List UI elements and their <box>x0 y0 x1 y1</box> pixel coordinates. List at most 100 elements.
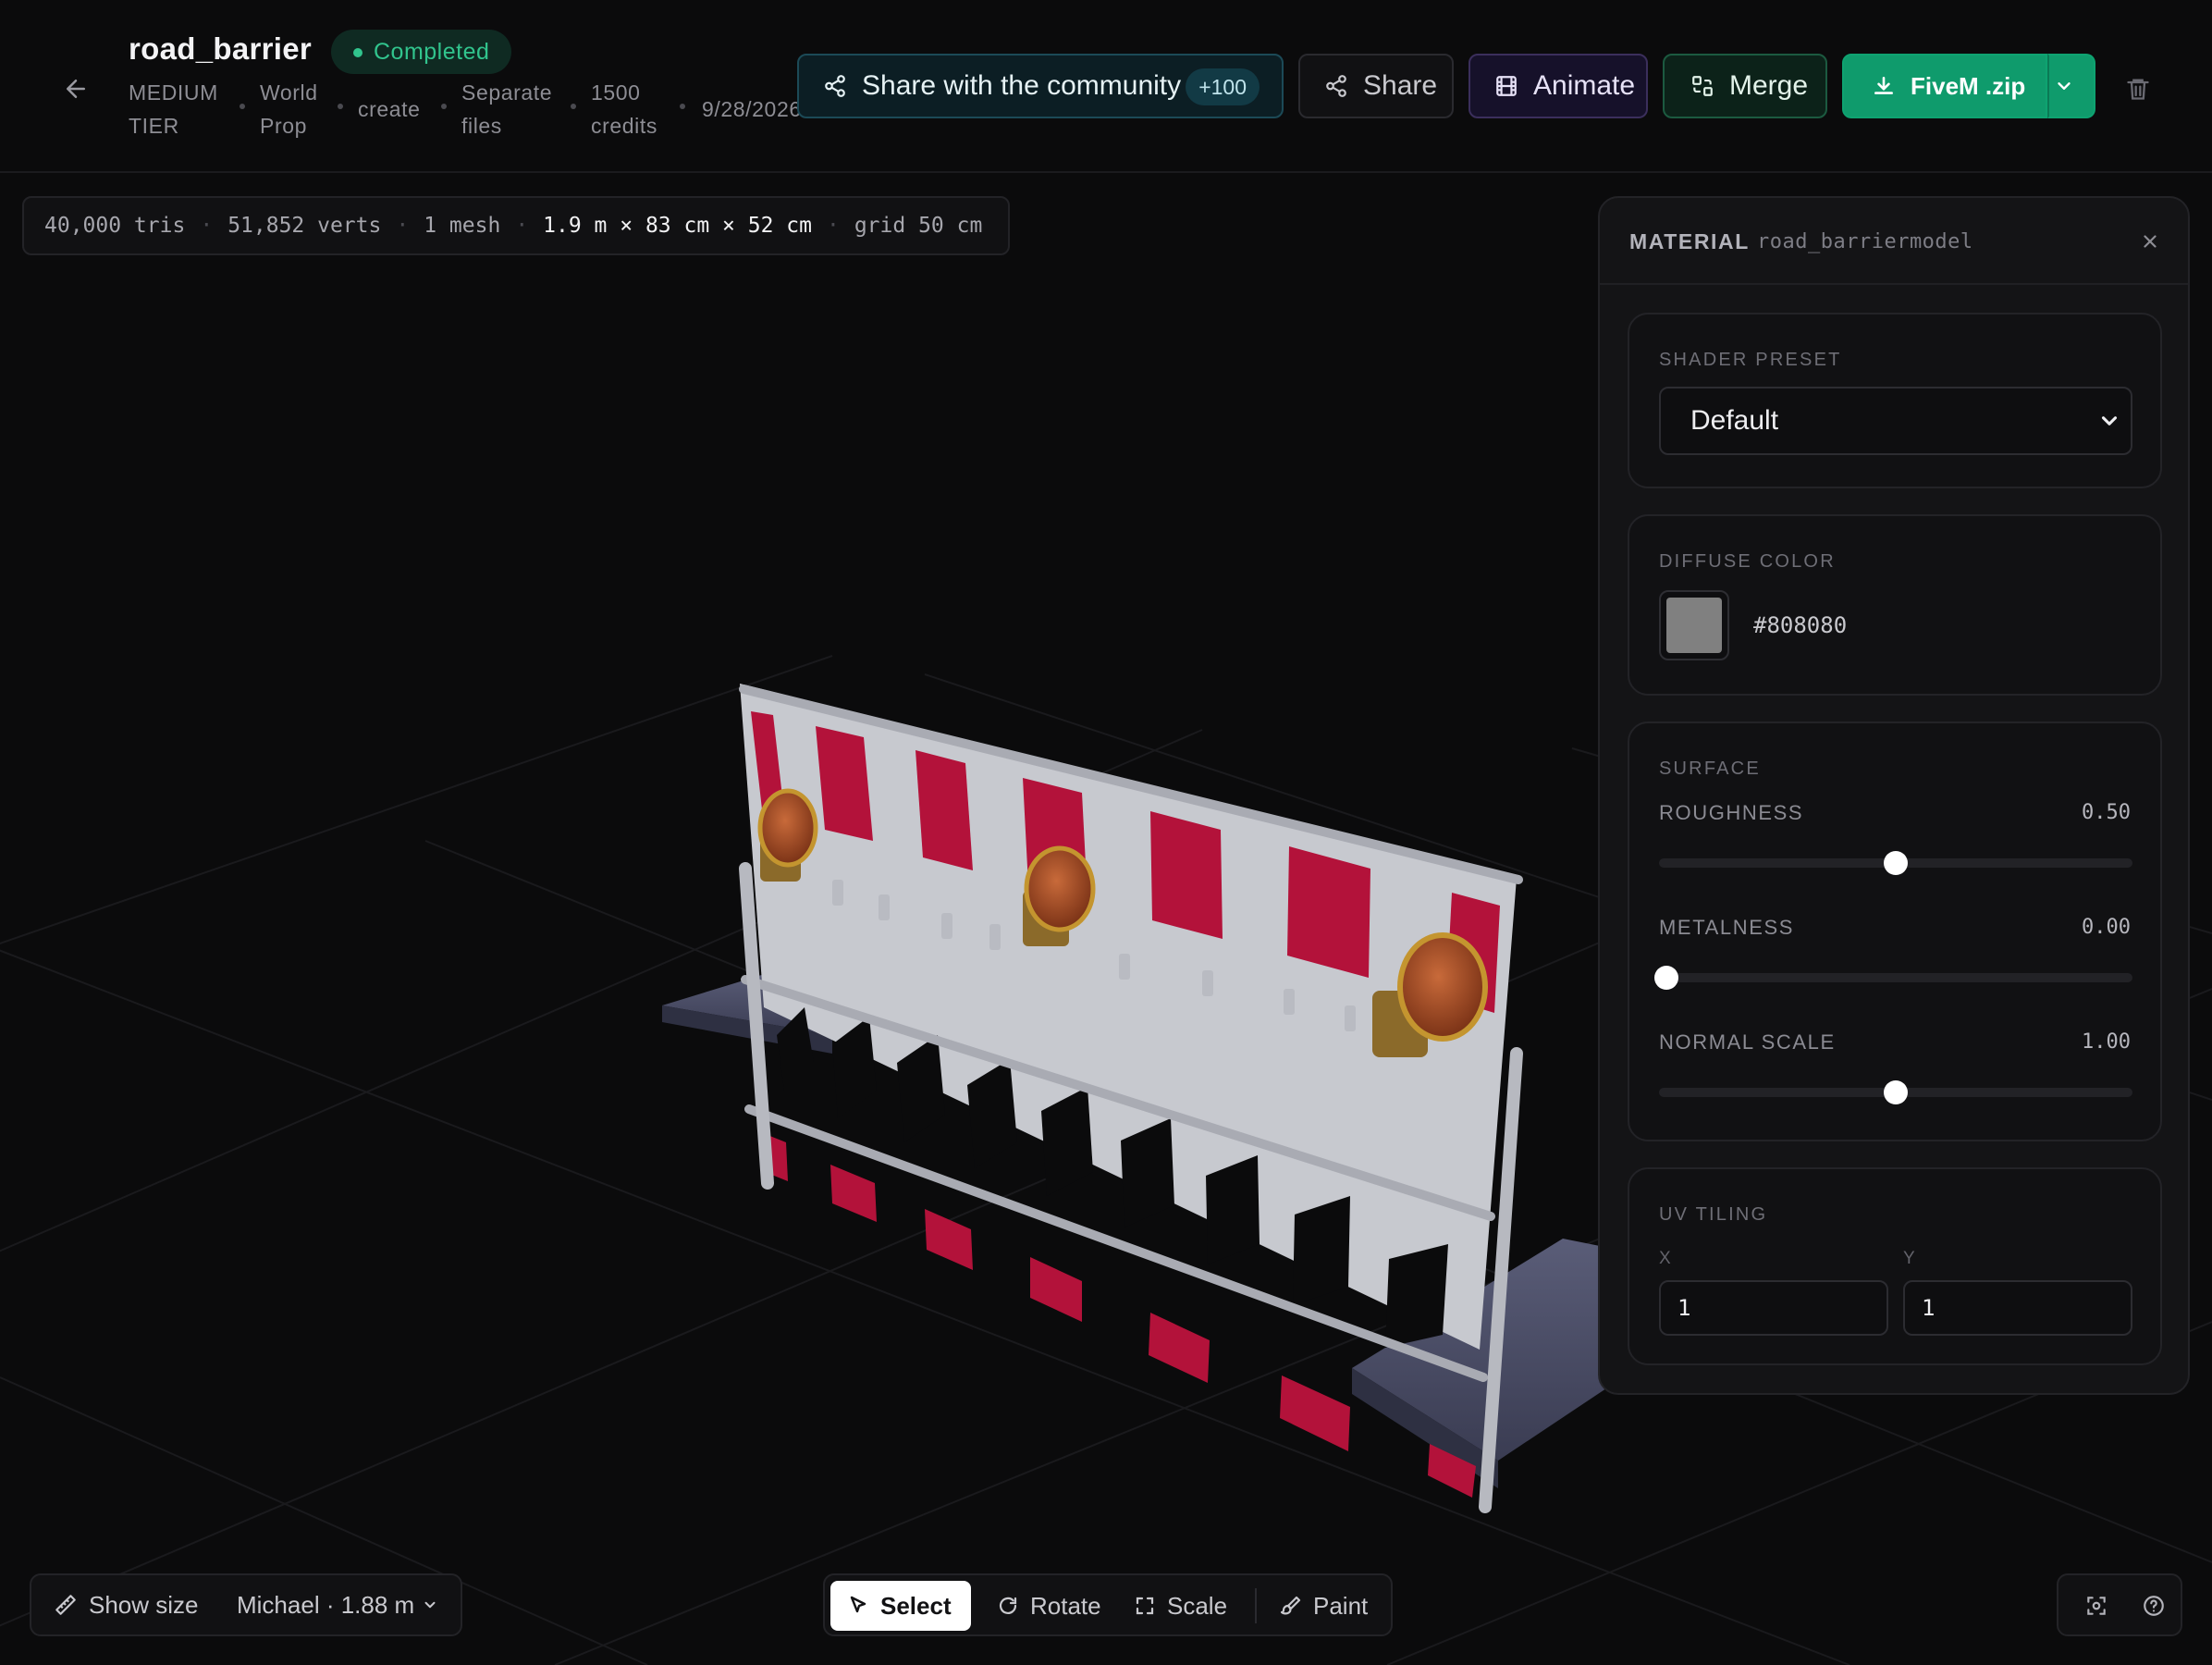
stat-grid: grid 50 cm <box>854 214 983 238</box>
status-badge: Completed <box>331 30 512 74</box>
normal-scale-value: 1.00 <box>2082 1030 2131 1054</box>
meta-tier: MEDIUM TIER <box>129 80 218 138</box>
material-name: road_barriermodel <box>1757 230 1973 253</box>
share-nodes-icon <box>825 75 845 97</box>
top-header: road_barrier Completed MEDIUM TIER World… <box>0 0 2212 173</box>
merge-button[interactable]: Merge <box>1663 54 1827 118</box>
paint-tool-label: Paint <box>1313 1591 1369 1620</box>
scale-tool-button[interactable]: Scale <box>1117 1581 1247 1631</box>
stat-separator: · <box>826 214 840 238</box>
merge-grid-icon <box>1692 76 1713 96</box>
share-label: Share <box>1363 70 1438 101</box>
material-panel: MATERIAL road_barriermodel SHADER PRESET… <box>1598 196 2190 1395</box>
film-icon <box>1496 76 1517 96</box>
meta-separator <box>571 104 576 109</box>
reference-figure-label: Michael · 1.88 m <box>237 1590 415 1619</box>
delete-button[interactable] <box>2120 70 2157 107</box>
show-size-toggle[interactable]: Show size <box>54 1591 199 1620</box>
download-label: FiveM .zip <box>1911 71 2026 100</box>
status-text: Completed <box>374 38 490 65</box>
stat-tris: 40,000 tris <box>44 214 186 238</box>
help-button[interactable] <box>2136 1588 2171 1623</box>
stat-separator: · <box>515 214 529 238</box>
color-swatch-fill <box>1666 598 1722 653</box>
rotate-tool-button[interactable]: Rotate <box>980 1581 1110 1631</box>
share-button[interactable]: Share <box>1298 54 1454 118</box>
cursor-arrow-icon <box>850 1596 866 1613</box>
animate-button[interactable]: Animate <box>1469 54 1648 118</box>
shader-preset-select[interactable]: Default <box>1659 387 2132 455</box>
roughness-value: 0.50 <box>2082 801 2131 824</box>
normal-scale-slider-thumb[interactable] <box>1884 1080 1908 1104</box>
diffuse-color-card: DIFFUSE COLOR #808080 <box>1628 514 2162 696</box>
roughness-label: ROUGHNESS <box>1659 801 1804 824</box>
view-controls <box>2057 1573 2182 1636</box>
material-panel-header: MATERIAL road_barriermodel <box>1600 198 2188 285</box>
surface-card: SURFACE ROUGHNESS 0.50 METALNESS 0.00 NO… <box>1628 722 2162 1141</box>
paint-tool-button[interactable]: Paint <box>1263 1581 1389 1631</box>
meta-separator <box>441 104 447 109</box>
toolbar-divider <box>1255 1588 1257 1623</box>
diffuse-color-hex: #808080 <box>1753 612 1848 638</box>
download-options-button[interactable] <box>2047 54 2095 118</box>
meta-date: 9/28/2026 <box>702 97 802 121</box>
share-community-label: Share with the community <box>862 70 1182 101</box>
uv-x-input[interactable]: 1 <box>1659 1280 1888 1336</box>
help-circle-icon <box>2144 1596 2164 1616</box>
focus-frame-icon <box>2087 1597 2106 1615</box>
shader-preset-label: SHADER PRESET <box>1659 350 1842 370</box>
metalness-label: METALNESS <box>1659 916 1795 939</box>
roughness-slider-thumb[interactable] <box>1884 851 1908 875</box>
normal-scale-slider[interactable] <box>1659 1080 2132 1104</box>
transform-toolbar: Select Rotate Scale Paint <box>823 1573 1393 1636</box>
share-community-button[interactable]: Share with the community +100 <box>797 54 1284 118</box>
scale-tool-label: Scale <box>1167 1591 1228 1620</box>
uv-tiling-card: UV TILING X Y 1 1 <box>1628 1167 2162 1365</box>
rotate-tool-label: Rotate <box>1030 1591 1101 1620</box>
chevron-down-icon <box>424 1601 436 1609</box>
meta-separator <box>240 104 245 109</box>
focus-camera-button[interactable] <box>2079 1588 2114 1623</box>
select-tool-button[interactable]: Select <box>830 1581 971 1631</box>
roughness-slider[interactable] <box>1659 851 2132 875</box>
chevron-down-icon <box>2058 82 2071 90</box>
shader-preset-value: Default <box>1690 405 1779 436</box>
merge-label: Merge <box>1729 70 1809 101</box>
close-panel-button[interactable] <box>2136 228 2164 255</box>
stat-dimensions: 1.9 m × 83 cm × 52 cm <box>543 214 812 238</box>
uv-y-label: Y <box>1903 1249 1915 1268</box>
download-fivem-button[interactable]: FiveM .zip <box>1842 54 2047 118</box>
diffuse-color-label: DIFFUSE COLOR <box>1659 551 1836 572</box>
meta-category: World Prop <box>260 80 318 138</box>
select-tool-label: Select <box>880 1591 952 1620</box>
close-icon <box>2144 235 2157 248</box>
shader-preset-card: SHADER PRESET Default <box>1628 313 2162 488</box>
material-label: MATERIAL <box>1629 229 1750 253</box>
diffuse-color-swatch[interactable] <box>1659 590 1729 660</box>
status-dot-icon <box>353 48 363 57</box>
paintbrush-icon <box>1280 1596 1301 1615</box>
meta-mode: create <box>358 97 421 121</box>
metalness-slider[interactable] <box>1653 966 2132 990</box>
meta-export-mode: Separate files <box>461 80 553 138</box>
rotate-icon <box>999 1597 1017 1614</box>
surface-label: SURFACE <box>1659 758 1761 779</box>
metalness-value: 0.00 <box>2082 916 2131 939</box>
back-button[interactable] <box>57 70 94 107</box>
meta-separator <box>338 104 343 109</box>
uv-y-input[interactable]: 1 <box>1903 1280 2132 1336</box>
arrow-left-icon <box>67 80 85 98</box>
meta-credits: 1500 credits <box>591 80 657 138</box>
meta-separator <box>680 104 685 109</box>
reference-figure-select[interactable]: Michael · 1.88 m <box>237 1591 438 1620</box>
stat-verts: 51,852 verts <box>227 214 382 238</box>
stat-mesh: 1 mesh <box>424 214 501 238</box>
stat-separator: · <box>396 214 410 238</box>
chevron-down-icon <box>2101 416 2118 426</box>
metalness-slider-thumb[interactable] <box>1653 966 1678 990</box>
stat-separator: · <box>200 214 214 238</box>
share-nodes-icon <box>1326 75 1346 97</box>
show-size-label: Show size <box>89 1590 199 1619</box>
model-title: road_barrier <box>129 31 313 66</box>
animate-label: Animate <box>1533 70 1636 101</box>
